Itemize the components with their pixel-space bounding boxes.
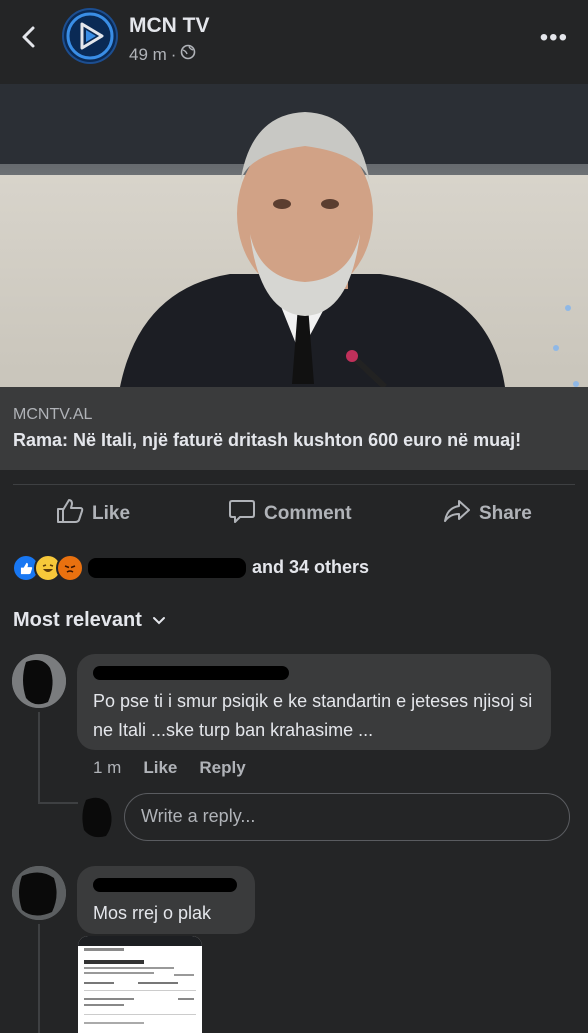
like-label: Like — [92, 503, 131, 524]
user-avatar — [78, 794, 116, 840]
commenter-avatar[interactable] — [12, 654, 66, 708]
share-button[interactable]: Share — [443, 497, 532, 531]
comment-reply-button[interactable]: Reply — [199, 758, 245, 778]
meta-separator: · — [170, 44, 177, 64]
comment-text: Mos rrej o plak — [93, 903, 212, 923]
commenter-avatar[interactable] — [12, 866, 66, 920]
comment-time: 1 m — [93, 758, 122, 777]
back-arrow-icon[interactable] — [14, 22, 44, 52]
comment-button[interactable]: Comment — [228, 497, 352, 531]
comment-text: Po pse ti i smur psiqik e ke standartin … — [93, 691, 533, 740]
redacted-name — [88, 558, 246, 578]
thread-line — [38, 712, 40, 804]
thread-line — [38, 924, 40, 1033]
thread-line — [38, 802, 78, 804]
post-meta: 49 m · — [129, 44, 196, 65]
comment-like-button[interactable]: Like — [143, 758, 177, 778]
reactions-icons[interactable] — [12, 554, 84, 582]
share-label: Share — [479, 503, 532, 524]
comment-sort-dropdown[interactable]: Most relevant — [13, 609, 166, 632]
sort-label: Most relevant — [13, 609, 142, 631]
comment-label: Comment — [264, 503, 352, 524]
post-image[interactable] — [0, 84, 588, 387]
redacted-commenter-name[interactable] — [93, 666, 289, 680]
page-name[interactable]: MCN TV — [129, 14, 210, 38]
reply-input[interactable]: Write a reply... — [124, 793, 570, 841]
comment-image-attachment[interactable] — [78, 936, 202, 1033]
link-preview[interactable] — [0, 387, 588, 470]
share-icon — [443, 498, 471, 530]
post-time[interactable]: 49 m — [129, 45, 167, 65]
reactions-summary[interactable]: and 34 others — [252, 557, 369, 578]
page-avatar[interactable] — [62, 8, 118, 64]
link-title[interactable]: Rama: Në Itali, një faturë dritash kusht… — [13, 430, 521, 451]
angry-reaction-icon — [56, 554, 84, 582]
comment-icon — [228, 498, 256, 530]
more-options-icon[interactable]: ••• — [540, 24, 568, 52]
link-domain: MCNTV.AL — [13, 406, 93, 423]
thumbs-up-icon — [56, 498, 84, 530]
chevron-down-icon — [152, 609, 166, 632]
comment-meta: 1 m Like Reply — [93, 758, 246, 778]
divider — [13, 484, 575, 485]
globe-icon — [180, 44, 196, 65]
like-button[interactable]: Like — [56, 497, 130, 531]
redacted-commenter-name[interactable] — [93, 878, 237, 892]
